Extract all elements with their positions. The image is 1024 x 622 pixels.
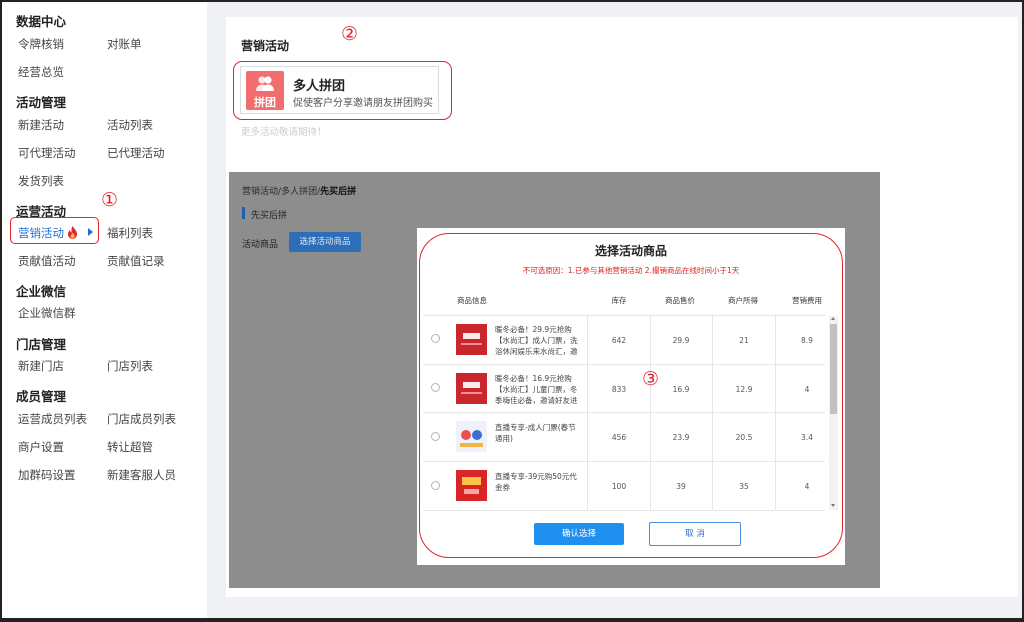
stock-value: 100 bbox=[611, 482, 627, 491]
subheading-accent bbox=[242, 207, 245, 219]
more-activities-text: 更多活动敬请期待！ bbox=[241, 127, 327, 138]
modal-warning-note: 不可选原因：1.已参与其他营销活动 2.撮销商品在线时间小于1天 bbox=[522, 266, 740, 275]
poster-image-icon bbox=[456, 421, 487, 452]
people-icon bbox=[256, 76, 274, 91]
voucher-image-icon bbox=[456, 470, 487, 501]
merchant-income-value: 20.5 bbox=[735, 433, 753, 442]
product-thumbnail bbox=[456, 373, 487, 404]
marketing-fee-value: 4 bbox=[804, 385, 810, 394]
activity-name: 多人拼团 bbox=[293, 79, 346, 94]
marketing-fee-value: 8.9 bbox=[801, 336, 813, 345]
product-name: 直播专享-39元购50元代金券 bbox=[495, 472, 577, 492]
table-divider bbox=[587, 316, 588, 510]
table-divider bbox=[423, 510, 825, 511]
modal-title: 选择活动商品 bbox=[594, 244, 667, 258]
merchant-income-value: 12.9 bbox=[735, 385, 753, 394]
breadcrumb-current: 先买后拼 bbox=[320, 187, 357, 197]
table-divider bbox=[423, 412, 825, 413]
sidebar-item-store-list[interactable]: 门店列表 bbox=[107, 358, 153, 374]
table-divider bbox=[650, 316, 651, 510]
confirm-select-button[interactable]: 确认选择 bbox=[534, 523, 624, 545]
page-title: 营销活动 bbox=[241, 39, 290, 53]
activity-icon-label: 拼团 bbox=[254, 96, 276, 109]
sidebar-item-marketing[interactable]: 营销活动 bbox=[18, 225, 78, 241]
caret-right-icon bbox=[88, 228, 93, 236]
sidebar-item-contribution-record[interactable]: 贡献值记录 bbox=[107, 253, 165, 269]
product-name: 直播专享-成人门票(春节通用) bbox=[495, 423, 576, 443]
sidebar-item-business-overview[interactable]: 经营总览 bbox=[18, 64, 64, 80]
annotation-marker-2: ② bbox=[341, 23, 359, 45]
sidebar-item-merchant-settings[interactable]: 商户设置 bbox=[18, 439, 64, 455]
ticket-image-icon bbox=[456, 373, 487, 404]
breadcrumb-item[interactable]: 营销活动 bbox=[242, 187, 278, 197]
table-divider bbox=[775, 316, 776, 510]
subheading: 先买后拼 bbox=[251, 211, 288, 221]
price-value: 23.9 bbox=[672, 433, 690, 442]
sidebar-item-contribution-activity[interactable]: 贡献值活动 bbox=[18, 253, 76, 269]
column-header-marketing-fee: 营销费用 bbox=[792, 296, 822, 305]
hot-flame-icon bbox=[68, 226, 77, 239]
column-header-goods: 商品信息 bbox=[457, 296, 487, 305]
product-thumbnail bbox=[456, 324, 487, 355]
ticket-image-icon bbox=[456, 324, 487, 355]
row-select-radio[interactable] bbox=[431, 481, 440, 490]
column-header-merchant-income: 商户所得 bbox=[728, 296, 758, 305]
sidebar-section-title: 企业微信 bbox=[16, 284, 67, 299]
table-divider bbox=[423, 364, 825, 365]
table-divider bbox=[712, 316, 713, 510]
sidebar-item-store-members[interactable]: 门店成员列表 bbox=[107, 411, 176, 427]
activity-goods-label: 活动商品 bbox=[242, 240, 279, 250]
table-divider bbox=[423, 461, 825, 462]
product-thumbnail bbox=[456, 421, 487, 452]
annotation-marker-1: ① bbox=[101, 189, 119, 211]
breadcrumb-item[interactable]: 多人拼团 bbox=[281, 187, 317, 197]
sidebar-item-new-service-staff[interactable]: 新建客服人员 bbox=[107, 467, 176, 483]
column-header-price: 商品售价 bbox=[665, 296, 695, 305]
row-select-radio[interactable] bbox=[431, 383, 440, 392]
sidebar-item-welfare-list[interactable]: 福利列表 bbox=[107, 225, 153, 241]
table-divider bbox=[423, 315, 825, 316]
row-select-radio[interactable] bbox=[431, 334, 440, 343]
price-value: 16.9 bbox=[672, 385, 690, 394]
sidebar-item-wecom-group[interactable]: 企业微信群 bbox=[18, 305, 76, 321]
merchant-income-value: 35 bbox=[739, 482, 749, 491]
sidebar-item-ops-members[interactable]: 运营成员列表 bbox=[18, 411, 87, 427]
price-value: 29.9 bbox=[672, 336, 690, 345]
sidebar-section-title: 门店管理 bbox=[16, 337, 67, 352]
scroll-up-arrow-icon[interactable] bbox=[831, 317, 835, 320]
sidebar-item-activity-list[interactable]: 活动列表 bbox=[107, 117, 153, 133]
select-goods-button[interactable]: 选择活动商品 bbox=[289, 232, 361, 252]
sidebar-item-label: 营销活动 bbox=[18, 226, 64, 240]
marketing-fee-value: 4 bbox=[804, 482, 810, 491]
activity-description: 促使客户分享邀请朋友拼团购买 bbox=[293, 98, 433, 109]
annotation-marker-3: ③ bbox=[642, 368, 660, 390]
stock-value: 642 bbox=[611, 336, 627, 345]
row-select-radio[interactable] bbox=[431, 432, 440, 441]
scrollbar-thumb[interactable] bbox=[830, 324, 837, 414]
stock-value: 833 bbox=[611, 385, 627, 394]
merchant-income-value: 21 bbox=[739, 336, 749, 345]
sidebar-section-title: 成员管理 bbox=[16, 389, 67, 404]
sidebar-item-statement[interactable]: 对账单 bbox=[107, 36, 142, 52]
product-thumbnail bbox=[456, 470, 487, 501]
scroll-down-arrow-icon[interactable] bbox=[831, 504, 835, 507]
price-value: 39 bbox=[676, 482, 686, 491]
sidebar-item-transfer-admin[interactable]: 转让超管 bbox=[107, 439, 153, 455]
product-name: 暖冬必备！29.9元抢购【水尚汇】成人门票，洗浴休闲娱乐来水尚汇，邀 bbox=[495, 325, 578, 356]
sidebar-item-agentable-activity[interactable]: 可代理活动 bbox=[18, 145, 76, 161]
breadcrumb: 营销活动/多人拼团/先买后拼 bbox=[242, 187, 357, 197]
sidebar-item-new-activity[interactable]: 新建活动 bbox=[18, 117, 64, 133]
product-name: 暖冬必备！16.9元抢购【水尚汇】儿童门票，冬季嗨佳必备，邀请好友进 bbox=[495, 374, 578, 405]
sidebar-item-token-verify[interactable]: 令牌核销 bbox=[18, 36, 64, 52]
sidebar-item-group-code[interactable]: 加群码设置 bbox=[18, 467, 76, 483]
marketing-fee-value: 3.4 bbox=[801, 433, 813, 442]
sidebar-item-shipping-list[interactable]: 发货列表 bbox=[18, 173, 64, 189]
column-header-stock: 库存 bbox=[611, 296, 627, 305]
sidebar-item-agented-activity[interactable]: 已代理活动 bbox=[107, 145, 165, 161]
cancel-button[interactable]: 取 消 bbox=[649, 522, 741, 546]
stock-value: 456 bbox=[611, 433, 627, 442]
sidebar-item-new-store[interactable]: 新建门店 bbox=[18, 358, 64, 374]
sidebar-section-title: 活动管理 bbox=[16, 95, 67, 110]
sidebar-section-title: 数据中心 bbox=[16, 14, 67, 29]
